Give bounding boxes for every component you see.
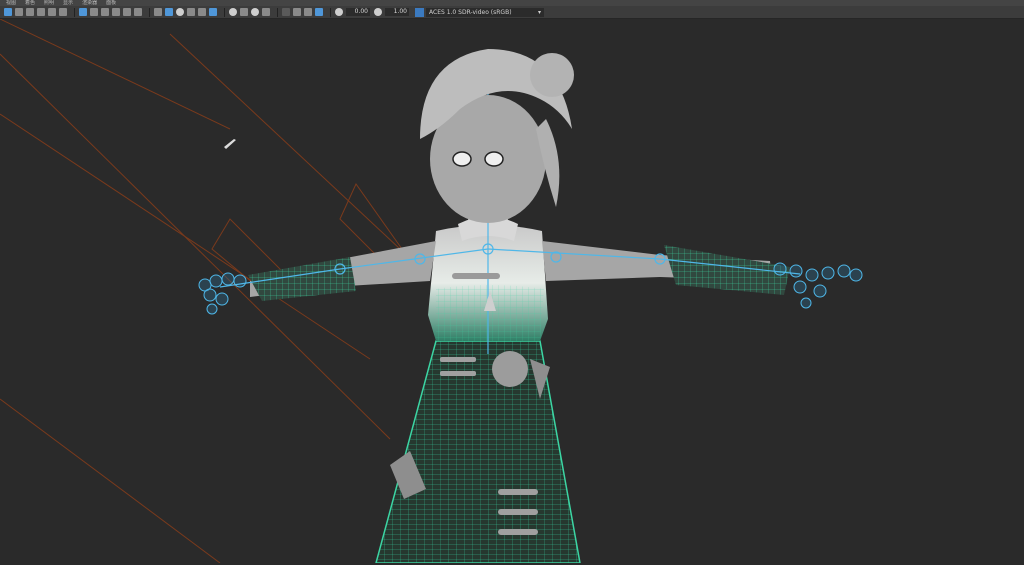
guide-line bbox=[0, 113, 371, 360]
film-gate-icon[interactable] bbox=[90, 8, 98, 16]
depth-of-field-icon[interactable] bbox=[262, 8, 270, 16]
safe-action-icon[interactable] bbox=[134, 8, 142, 16]
color-space-value: ACES 1.0 SDR-video (sRGB) bbox=[429, 8, 512, 16]
mouse-cursor-icon bbox=[224, 139, 236, 149]
viewport-toolbar: 0.00 1.00 ACES 1.0 SDR-video (sRGB) ▾ bbox=[0, 6, 1024, 19]
toolbar-separator bbox=[330, 7, 331, 17]
exposure-field[interactable]: 0.00 bbox=[346, 8, 370, 16]
color-management-icon[interactable] bbox=[415, 7, 424, 17]
guide-line bbox=[0, 18, 231, 130]
xray-icon[interactable] bbox=[293, 8, 301, 16]
toolbar-separator bbox=[224, 7, 225, 17]
ambient-occlusion-icon[interactable] bbox=[229, 8, 237, 16]
bookmark-icon[interactable] bbox=[26, 8, 34, 16]
hair-bun-mesh[interactable] bbox=[530, 53, 574, 97]
xray-active-components-icon[interactable] bbox=[315, 8, 323, 16]
smooth-shade-icon[interactable] bbox=[165, 8, 173, 16]
isolate-select-icon[interactable] bbox=[282, 8, 290, 16]
camera-attributes-icon[interactable] bbox=[15, 8, 23, 16]
left-eye-mesh bbox=[452, 151, 472, 167]
guide-line bbox=[169, 33, 401, 250]
color-space-dropdown[interactable]: ACES 1.0 SDR-video (sRGB) ▾ bbox=[426, 7, 544, 17]
left-hand-joints[interactable] bbox=[198, 272, 247, 315]
viewport-scene bbox=[0, 18, 863, 564]
2d-pan-zoom-icon[interactable] bbox=[48, 8, 56, 16]
toolbar-separator bbox=[149, 7, 150, 17]
motion-blur-icon[interactable] bbox=[240, 8, 248, 16]
clasp-mesh[interactable] bbox=[452, 273, 500, 279]
chevron-down-icon: ▾ bbox=[537, 8, 541, 16]
right-eye-mesh bbox=[484, 151, 504, 167]
field-chart-icon[interactable] bbox=[123, 8, 131, 16]
shadows-icon[interactable] bbox=[209, 8, 217, 16]
guide-line bbox=[0, 398, 221, 564]
wireframe-on-shaded-icon[interactable] bbox=[176, 8, 184, 16]
toolbar-separator bbox=[74, 7, 75, 17]
exposure-icon[interactable] bbox=[335, 8, 343, 16]
image-plane-icon[interactable] bbox=[37, 8, 45, 16]
3d-viewport[interactable] bbox=[0, 18, 1024, 564]
textured-icon[interactable] bbox=[187, 8, 195, 16]
ornament-sphere-mesh[interactable] bbox=[492, 351, 528, 387]
gate-mask-icon[interactable] bbox=[112, 8, 120, 16]
resolution-gate-icon[interactable] bbox=[101, 8, 109, 16]
anti-aliasing-icon[interactable] bbox=[251, 8, 259, 16]
gamma-icon[interactable] bbox=[374, 8, 382, 16]
lighting-icon[interactable] bbox=[198, 8, 206, 16]
select-camera-icon[interactable] bbox=[4, 8, 12, 16]
grid-icon[interactable] bbox=[79, 8, 87, 16]
xray-joints-icon[interactable] bbox=[304, 8, 312, 16]
toolbar-separator bbox=[277, 7, 278, 17]
grease-pencil-icon[interactable] bbox=[59, 8, 67, 16]
wireframe-icon[interactable] bbox=[154, 8, 162, 16]
right-sleeve-wireframe bbox=[664, 245, 790, 295]
gamma-field[interactable]: 1.00 bbox=[385, 8, 409, 16]
